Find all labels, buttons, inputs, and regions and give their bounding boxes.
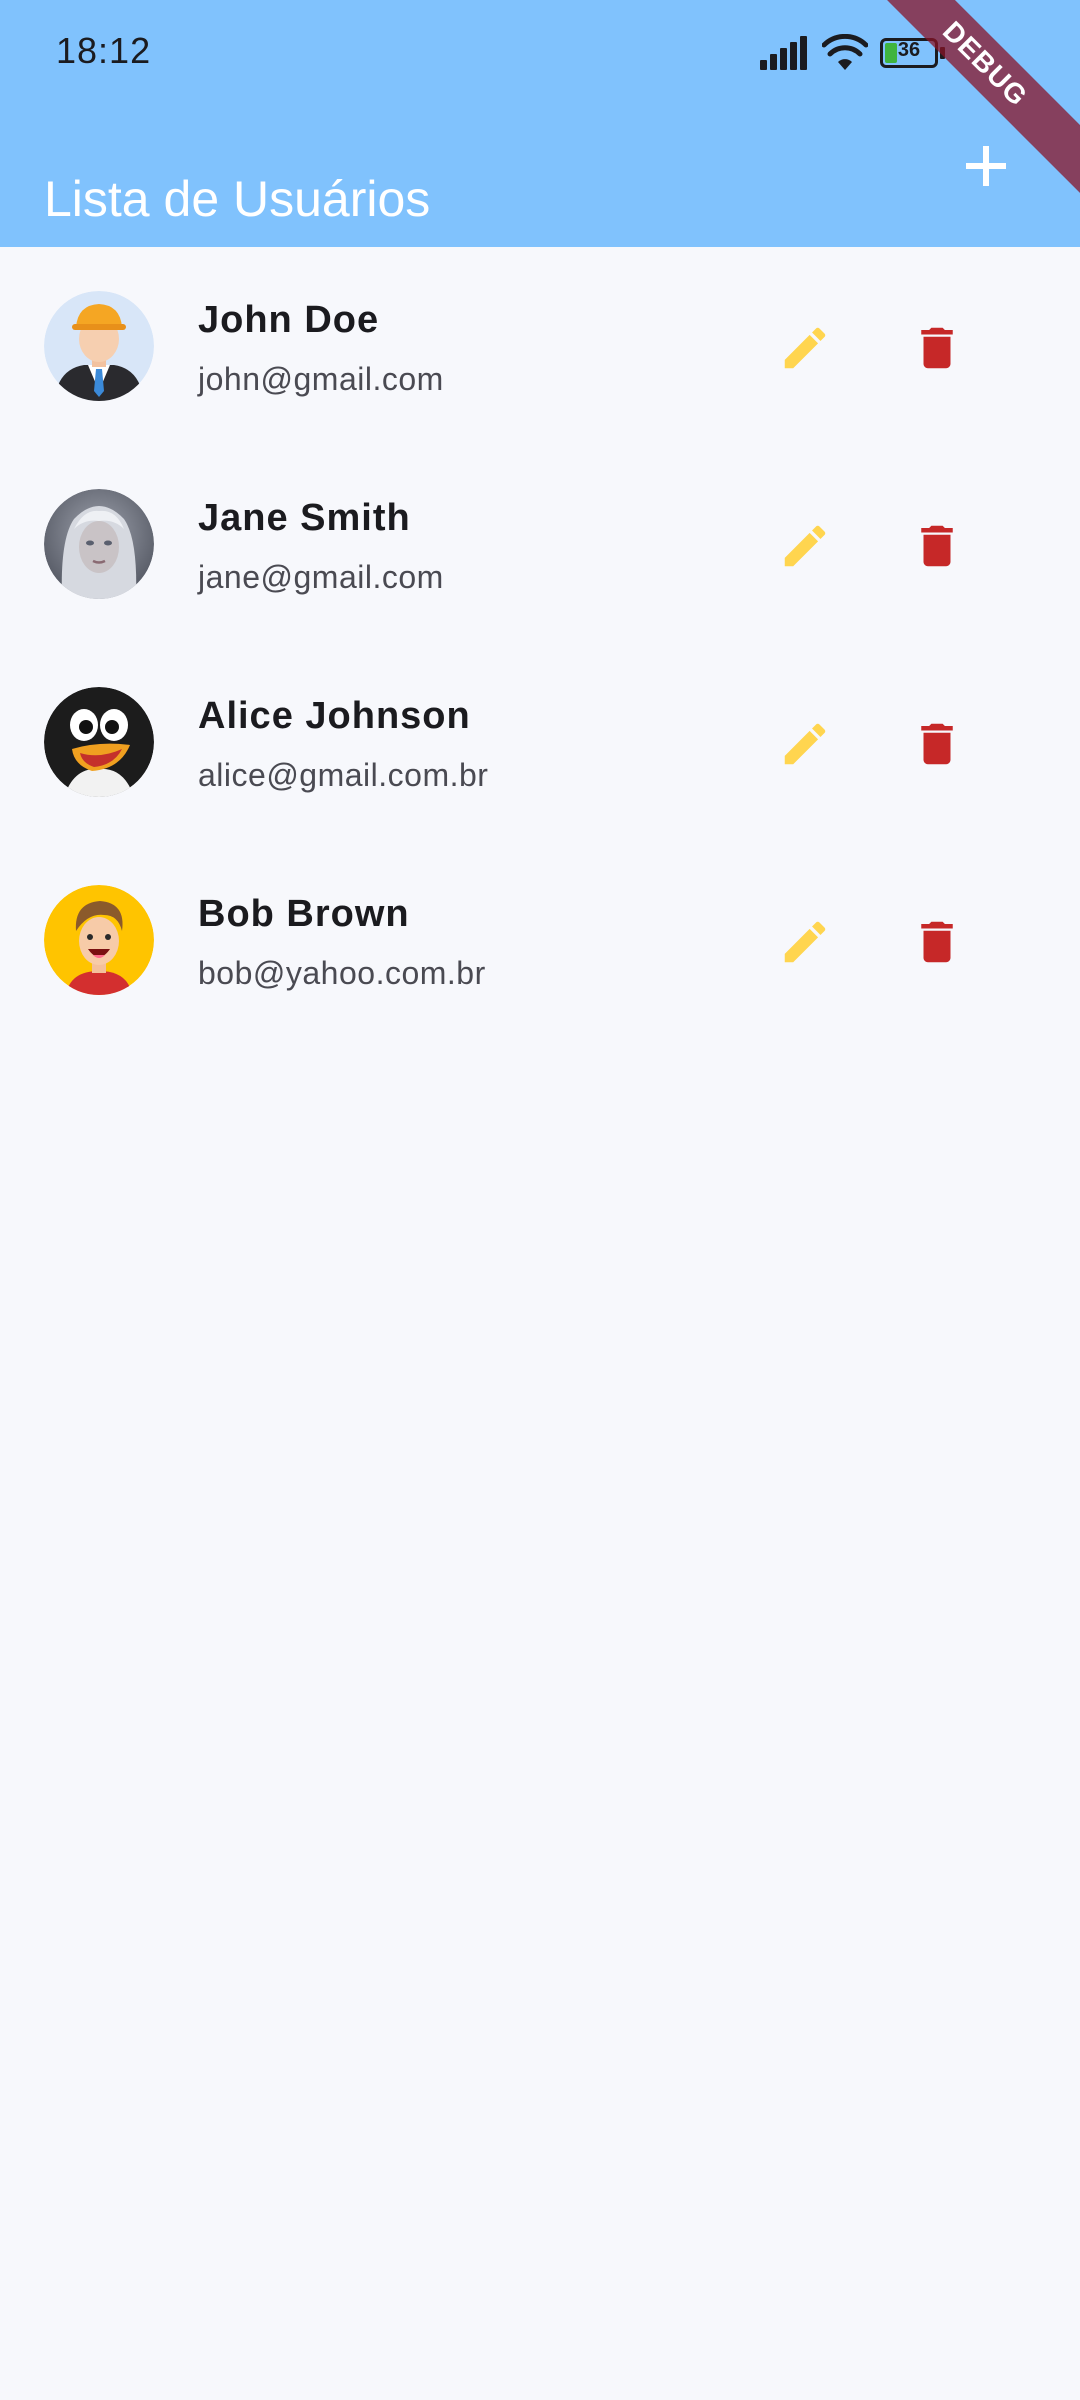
pencil-icon [784,723,826,765]
battery-level: 36 [897,39,921,61]
trash-icon [921,327,953,369]
add-user-button[interactable] [950,130,1022,202]
status-time: 18:12 [56,30,152,71]
penguin-avatar [44,687,154,797]
trash-icon [921,921,953,963]
trash-icon [921,525,953,567]
user-email: alice@gmail.com.br [198,757,489,793]
delete-button[interactable] [902,907,972,977]
list-item[interactable]: Bob Brown bob@yahoo.com.br [0,841,1080,1039]
user-email: bob@yahoo.com.br [198,955,486,991]
user-email: john@gmail.com [198,361,444,397]
list-item[interactable]: Alice Johnson alice@gmail.com.br [0,643,1080,841]
pencil-icon [784,921,826,963]
delete-button[interactable] [902,709,972,779]
edit-button[interactable] [770,709,840,779]
edit-button[interactable] [770,907,840,977]
delete-button[interactable] [902,313,972,383]
user-name: John Doe [198,299,380,341]
user-email: jane@gmail.com [198,559,444,595]
construction-worker-avatar [44,291,154,401]
pencil-icon [784,327,826,369]
page-title: Lista de Usuários [44,170,431,227]
cartoon-boy-avatar [44,885,154,995]
silver-hair-woman-avatar [44,489,154,599]
wifi-icon [822,34,868,70]
user-list: John Doe john@gmail.com Jane Smith jane@… [0,247,1080,1039]
app-bar: 18:12 36 Lista de Usuários [0,0,1080,247]
signal-icon [760,36,807,70]
pencil-icon [784,525,826,567]
edit-button[interactable] [770,511,840,581]
list-item[interactable]: John Doe john@gmail.com [0,247,1080,445]
plus-icon [966,146,1006,186]
user-name: Bob Brown [198,893,410,935]
delete-button[interactable] [902,511,972,581]
edit-button[interactable] [770,313,840,383]
user-name: Alice Johnson [198,695,471,737]
user-name: Jane Smith [198,497,411,539]
list-item[interactable]: Jane Smith jane@gmail.com [0,445,1080,643]
trash-icon [921,723,953,765]
